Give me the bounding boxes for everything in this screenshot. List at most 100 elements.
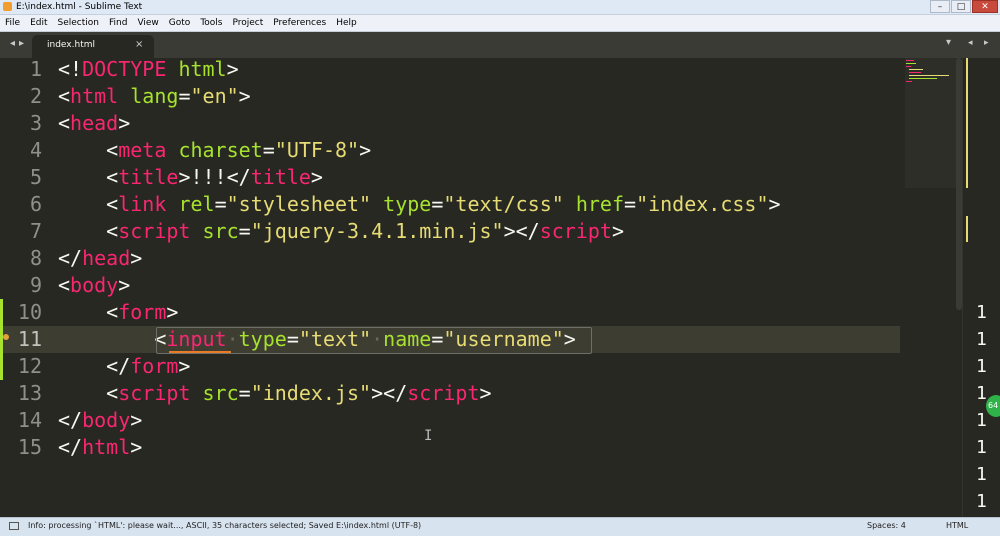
menu-project[interactable]: Project: [227, 15, 268, 31]
window-titlebar: E:\index.html - Sublime Text – □ ✕: [0, 0, 1000, 15]
attribute-name: href: [575, 192, 625, 216]
code-text: <title>!!!</title>: [58, 164, 323, 191]
code-line[interactable]: 8 </head>: [0, 245, 900, 272]
menu-tools[interactable]: Tools: [195, 15, 227, 31]
punctuation: </: [58, 408, 83, 432]
menu-file[interactable]: File: [0, 15, 25, 31]
pane-line-number: 1: [976, 464, 987, 485]
pane-line-number: 1: [976, 491, 987, 512]
minimize-button[interactable]: –: [930, 0, 950, 13]
line-number: 1: [29, 57, 42, 81]
code-line[interactable]: 13 <script src="index.js"></script>: [0, 380, 900, 407]
punctuation: <: [58, 192, 119, 216]
tag-name: link: [118, 192, 167, 216]
punctuation: =: [624, 192, 637, 216]
line-number: 3: [29, 111, 42, 135]
tab-forward-icon[interactable]: ▸: [19, 38, 24, 49]
status-bar: Info: processing `HTML': please wait...,…: [0, 517, 1000, 536]
punctuation: >: [310, 165, 323, 189]
punctuation: >: [130, 408, 143, 432]
window-controls: – □ ✕: [930, 0, 998, 13]
punctuation: <!: [58, 57, 83, 81]
menu-view[interactable]: View: [132, 15, 163, 31]
tag-match-underline: [169, 351, 231, 353]
punctuation: </: [58, 246, 83, 270]
punctuation: <: [58, 381, 119, 405]
punctuation: >: [118, 273, 131, 297]
code-editor[interactable]: 1 <!DOCTYPE html> 2 <html lang="en"> 3 <head>…: [0, 56, 1000, 518]
tag-match-outline: [156, 327, 592, 354]
code-text: <script src="jquery-3.4.1.min.js"></scri…: [58, 218, 624, 245]
code-line[interactable]: 10 <form>: [0, 299, 900, 326]
attribute-name: lang: [130, 84, 179, 108]
punctuation: [190, 219, 202, 243]
pane-line-number: 1: [976, 437, 987, 458]
line-number: 7: [29, 219, 42, 243]
code-line[interactable]: 6 <link rel="stylesheet" type="text/css"…: [0, 191, 900, 218]
code-line[interactable]: 14 </body>: [0, 407, 900, 434]
attribute-name: html: [178, 57, 227, 81]
menu-preferences[interactable]: Preferences: [268, 15, 331, 31]
tab-close-icon[interactable]: ×: [135, 39, 143, 50]
tab-back-icon[interactable]: ◂: [10, 38, 15, 49]
punctuation: >: [768, 192, 781, 216]
tab-scroll-right-icon[interactable]: ▸: [984, 38, 989, 48]
indentation-setting[interactable]: Spaces: 4: [867, 521, 906, 530]
code-line[interactable]: 15 </html>: [0, 434, 900, 461]
punctuation: =: [178, 84, 191, 108]
syntax-selector[interactable]: HTML: [946, 521, 968, 530]
attribute-value: "en": [190, 84, 239, 108]
attribute-name: src: [202, 219, 239, 243]
line-number: 5: [29, 165, 42, 189]
notification-badge: 64: [986, 395, 1000, 417]
attribute-name: rel: [178, 192, 215, 216]
menu-edit[interactable]: Edit: [25, 15, 52, 31]
attribute-value: "jquery-3.4.1.min.js": [250, 219, 504, 243]
code-line[interactable]: 3 <head>: [0, 110, 900, 137]
tab-scroll-left-icon[interactable]: ◂: [968, 38, 973, 48]
minimap[interactable]: [906, 58, 952, 86]
punctuation: >: [166, 300, 179, 324]
code-line[interactable]: 12 </form>: [0, 353, 900, 380]
tab-dropdown-icon[interactable]: ▾: [946, 37, 951, 48]
code-text: <head>: [58, 110, 130, 137]
maximize-button[interactable]: □: [951, 0, 971, 13]
punctuation: <: [58, 138, 119, 162]
punctuation: =: [238, 219, 251, 243]
menu-goto[interactable]: Goto: [164, 15, 196, 31]
punctuation: </: [58, 435, 83, 459]
tab-index-html[interactable]: index.html ×: [32, 35, 154, 58]
bookmark-icon: [3, 334, 9, 340]
attribute-value: "index.css": [636, 192, 769, 216]
attribute-value: "stylesheet": [226, 192, 372, 216]
code-text: <!DOCTYPE html>: [58, 56, 239, 83]
menu-bar: File Edit Selection Find View Goto Tools Projec…: [0, 15, 1000, 32]
tab-label: index.html: [47, 40, 95, 50]
tag-name: title: [250, 165, 311, 189]
code-line[interactable]: 7 <script src="jquery-3.4.1.min.js"></sc…: [0, 218, 900, 245]
code-line[interactable]: 4 <meta charset="UTF-8">: [0, 137, 900, 164]
tag-name: script: [118, 381, 191, 405]
pane-line-number: 1: [976, 410, 987, 431]
punctuation: >: [479, 381, 492, 405]
close-window-button[interactable]: ✕: [972, 0, 998, 13]
tag-name: script: [539, 219, 612, 243]
panel-toggle-icon[interactable]: [9, 522, 19, 530]
code-line[interactable]: 1 <!DOCTYPE html>: [0, 56, 900, 83]
mouse-text-cursor-icon: I: [424, 428, 433, 444]
punctuation: [166, 57, 178, 81]
code-line[interactable]: 2 <html lang="en">: [0, 83, 900, 110]
code-line[interactable]: 5 <title>!!!</title>: [0, 164, 900, 191]
punctuation: <: [58, 327, 167, 351]
menu-help[interactable]: Help: [331, 15, 362, 31]
code-line[interactable]: 9 <body>: [0, 272, 900, 299]
status-message: Info: processing `HTML': please wait...,…: [28, 521, 422, 530]
code-text: </form>: [58, 353, 190, 380]
menu-selection[interactable]: Selection: [53, 15, 104, 31]
attribute-name: charset: [178, 138, 263, 162]
code-text: </html>: [58, 434, 142, 461]
attribute-value: "index.js": [250, 381, 372, 405]
menu-find[interactable]: Find: [104, 15, 132, 31]
code-text: <link rel="stylesheet" type="text/css" h…: [58, 191, 781, 218]
code-text: <meta charset="UTF-8">: [58, 137, 371, 164]
